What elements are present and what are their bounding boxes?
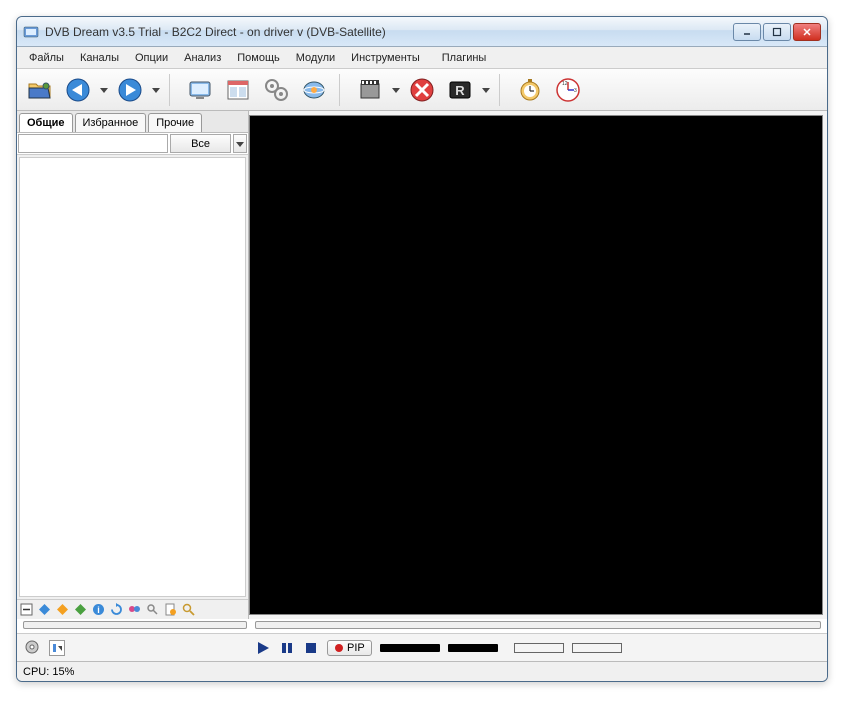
app-window: DVB Dream v3.5 Trial - B2C2 Direct - on …	[16, 16, 828, 682]
scheduler-button[interactable]: 12 3	[551, 73, 585, 107]
toolbar-separator	[169, 74, 175, 106]
seek-row	[17, 619, 827, 633]
svg-text:3: 3	[574, 88, 577, 94]
collapse-icon[interactable]	[19, 602, 34, 617]
open-folder-button[interactable]	[23, 73, 57, 107]
play-button[interactable]	[255, 640, 271, 656]
filter-all-dropdown[interactable]	[233, 134, 247, 153]
next-channel-dropdown[interactable]	[151, 86, 161, 94]
left-pane: Общие Избранное Прочие Все i	[17, 111, 249, 619]
doc-icon[interactable]	[163, 602, 178, 617]
app-icon	[23, 24, 39, 40]
pause-button[interactable]	[279, 640, 295, 656]
maximize-button[interactable]	[763, 23, 791, 41]
tab-general[interactable]: Общие	[19, 113, 73, 132]
filter-row: Все	[17, 133, 248, 155]
filter-input[interactable]	[18, 134, 168, 153]
menu-channels[interactable]: Каналы	[72, 50, 127, 66]
window-title: DVB Dream v3.5 Trial - B2C2 Direct - on …	[45, 25, 733, 39]
svg-text:12: 12	[562, 81, 568, 87]
refresh-icon[interactable]	[109, 602, 124, 617]
pip-label: PIP	[347, 642, 365, 654]
stop-button[interactable]	[303, 640, 319, 656]
prev-channel-button[interactable]	[61, 73, 95, 107]
timer-button[interactable]	[513, 73, 547, 107]
level-meter-1	[514, 643, 564, 653]
menu-help[interactable]: Помощь	[229, 50, 288, 66]
next-channel-button[interactable]	[113, 73, 147, 107]
svg-text:i: i	[97, 605, 100, 615]
satellite-button[interactable]	[297, 73, 331, 107]
menubar: Файлы Каналы Опции Анализ Помощь Модули …	[17, 47, 827, 69]
control-row: PIP	[17, 633, 827, 661]
toolbar-separator	[339, 74, 345, 106]
menu-plugins[interactable]: Плагины	[434, 50, 495, 66]
channel-tabs: Общие Избранное Прочие	[17, 111, 248, 133]
video-clip-button[interactable]	[353, 73, 387, 107]
right-seekbar[interactable]	[255, 621, 821, 629]
search-icon[interactable]	[181, 602, 196, 617]
warning-icon[interactable]	[55, 602, 70, 617]
tab-others[interactable]: Прочие	[148, 113, 202, 132]
toolbar: R 12 3	[17, 69, 827, 111]
level-meter-2	[572, 643, 622, 653]
channel-list[interactable]	[19, 157, 246, 597]
toolbar-separator	[499, 74, 505, 106]
settings-button[interactable]	[259, 73, 293, 107]
tool-icon[interactable]	[145, 602, 160, 617]
video-area[interactable]	[249, 115, 823, 615]
stop-cancel-button[interactable]	[405, 73, 439, 107]
cpu-status: CPU: 15%	[23, 666, 74, 678]
menu-modules[interactable]: Модули	[288, 50, 343, 66]
filter-all-button[interactable]: Все	[170, 134, 231, 153]
progress-bar-2	[448, 644, 498, 652]
ok-green-icon[interactable]	[73, 602, 88, 617]
close-button[interactable]	[793, 23, 821, 41]
info-blue-icon[interactable]	[37, 602, 52, 617]
left-icon-row: i	[17, 599, 248, 619]
minimize-button[interactable]	[733, 23, 761, 41]
menu-tools[interactable]: Инструменты	[343, 50, 428, 66]
window-buttons	[733, 23, 821, 41]
menu-files[interactable]: Файлы	[21, 50, 72, 66]
menu-options[interactable]: Опции	[127, 50, 176, 66]
prev-channel-dropdown[interactable]	[99, 86, 109, 94]
main-body: Общие Избранное Прочие Все i	[17, 111, 827, 619]
pip-button[interactable]: PIP	[327, 640, 372, 656]
flower-icon[interactable]	[127, 602, 142, 617]
playback-controls: PIP	[249, 640, 622, 656]
record-r-button[interactable]: R	[443, 73, 477, 107]
menu-analyze[interactable]: Анализ	[176, 50, 229, 66]
video-clip-dropdown[interactable]	[391, 86, 401, 94]
progress-bar-1	[380, 644, 440, 652]
tab-favorites[interactable]: Избранное	[75, 113, 147, 132]
right-pane	[249, 111, 827, 619]
titlebar: DVB Dream v3.5 Trial - B2C2 Direct - on …	[17, 17, 827, 47]
disc-icon[interactable]	[25, 640, 41, 656]
window-layout-button[interactable]	[221, 73, 255, 107]
view-mode-selector[interactable]	[49, 640, 65, 656]
display-button[interactable]	[183, 73, 217, 107]
record-dropdown[interactable]	[481, 86, 491, 94]
svg-text:R: R	[455, 83, 465, 98]
left-controls	[21, 640, 249, 656]
info-icon[interactable]: i	[91, 602, 106, 617]
statusbar: CPU: 15%	[17, 661, 827, 681]
left-seekbar[interactable]	[23, 621, 247, 629]
